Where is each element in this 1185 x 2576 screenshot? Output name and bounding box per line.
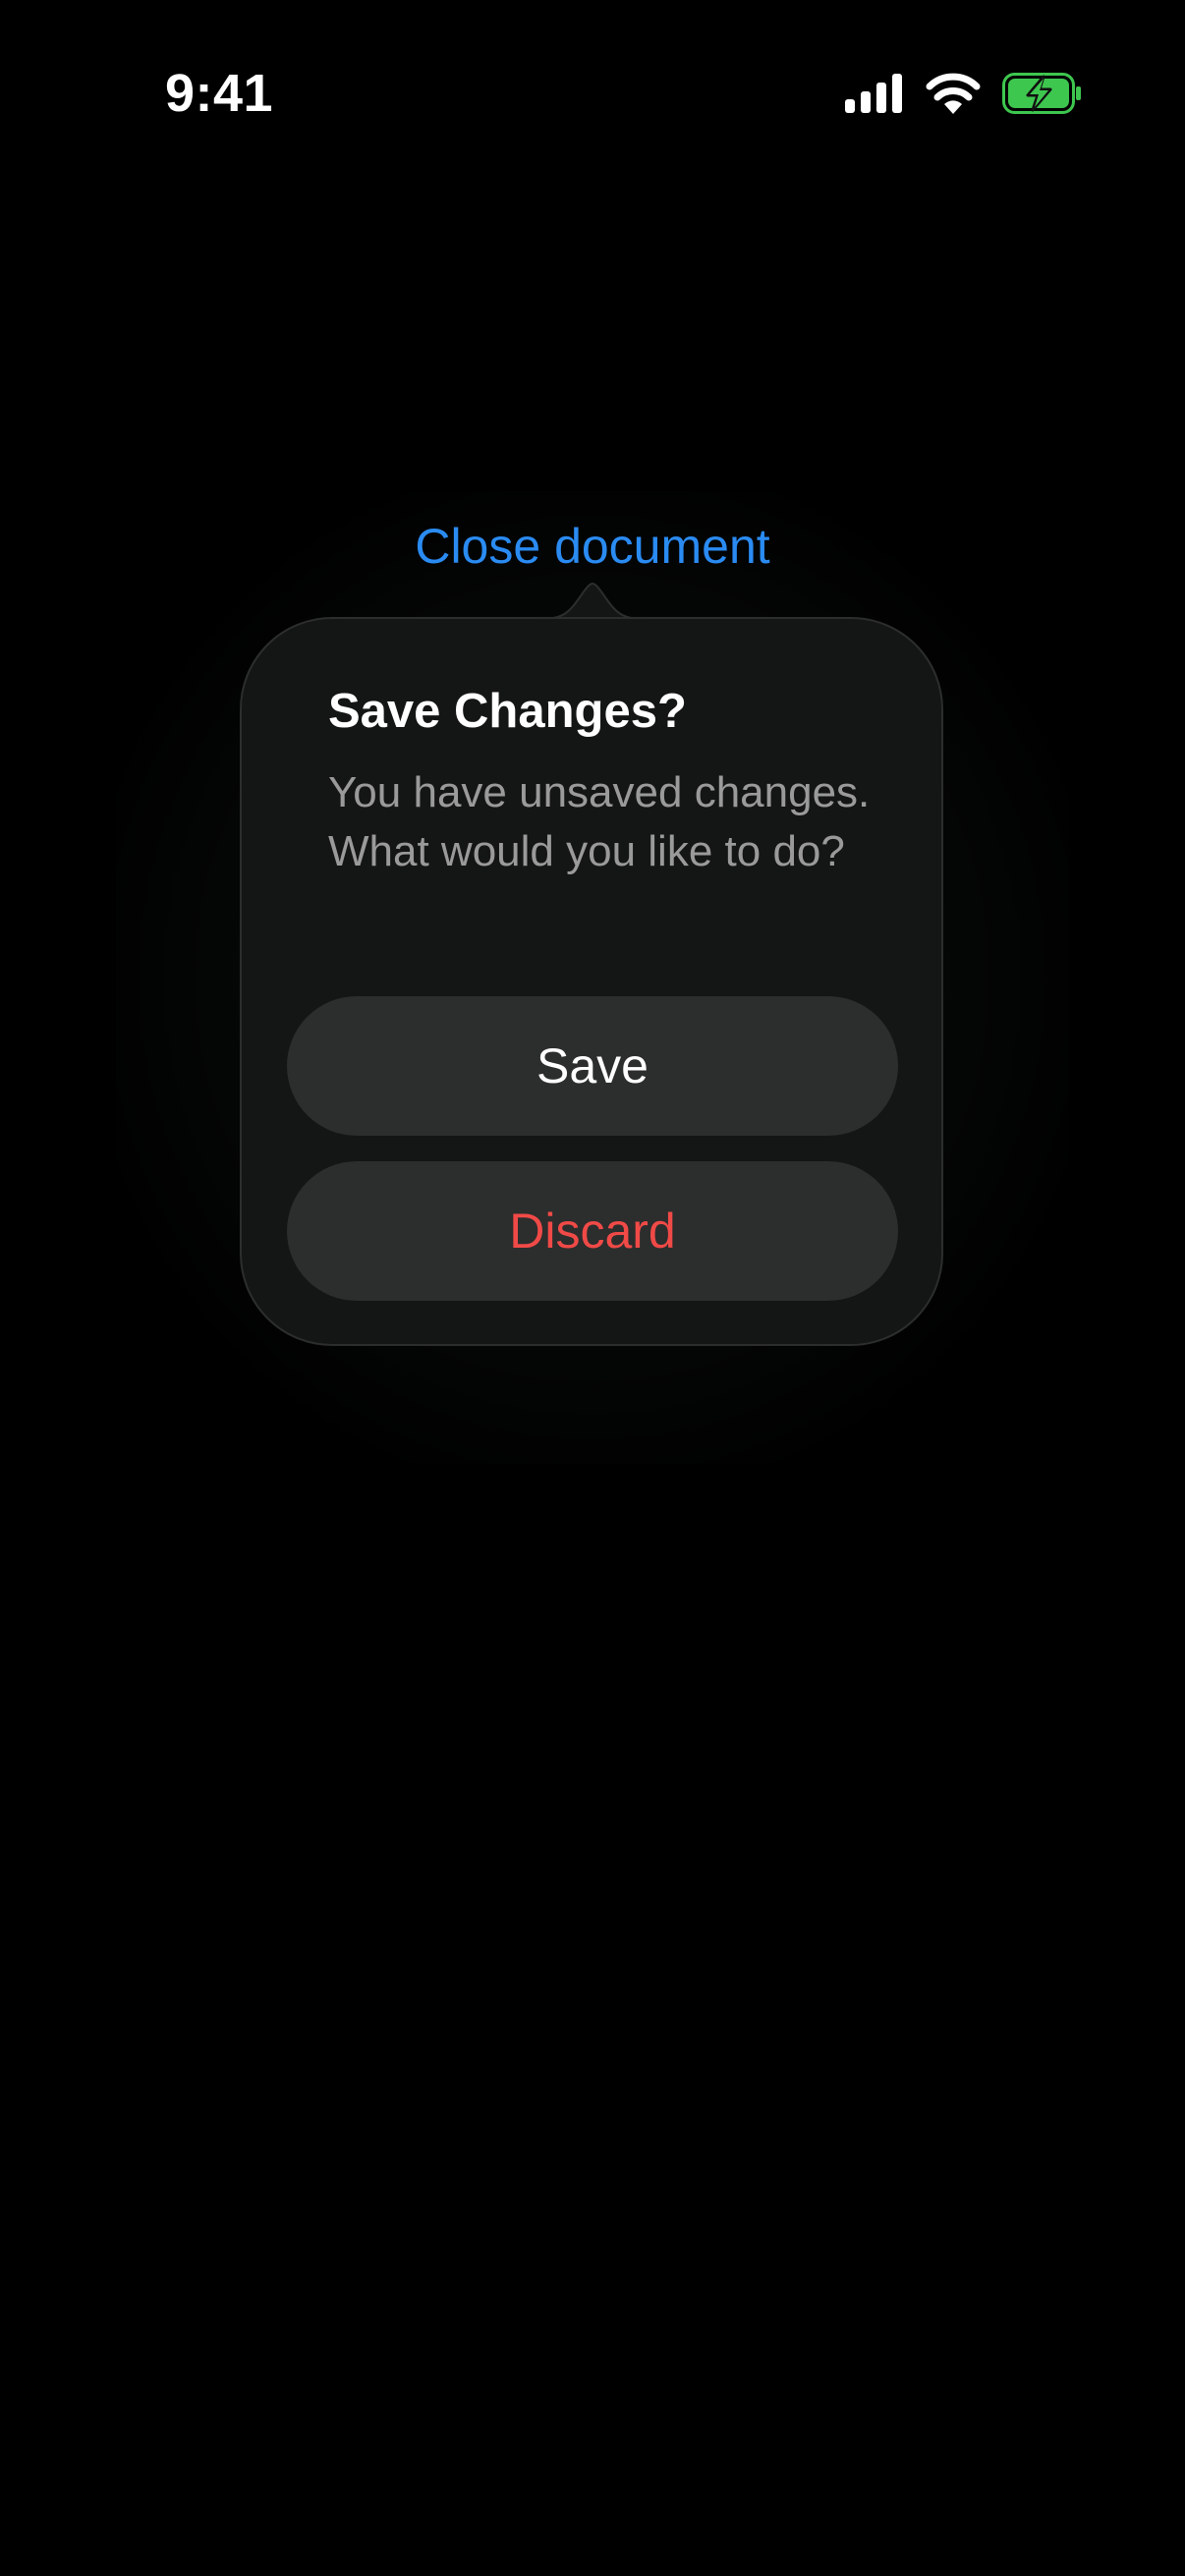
discard-button[interactable]: Discard [287, 1161, 898, 1301]
status-icons [845, 73, 1083, 114]
dialog-message: You have unsaved changes. What would you… [328, 768, 871, 875]
dialog-title: Save Changes? [328, 685, 687, 738]
popover-arrow [542, 582, 643, 620]
save-changes-popover: Save Changes? You have unsaved changes. … [240, 617, 943, 1346]
status-time: 9:41 [165, 64, 274, 123]
wifi-icon [926, 73, 981, 114]
battery-charging-icon [1002, 73, 1083, 114]
save-button[interactable]: Save [287, 996, 898, 1136]
cellular-signal-icon [845, 74, 904, 113]
close-document-link[interactable]: Close document [0, 518, 1185, 575]
status-bar: 9:41 [0, 0, 1185, 147]
